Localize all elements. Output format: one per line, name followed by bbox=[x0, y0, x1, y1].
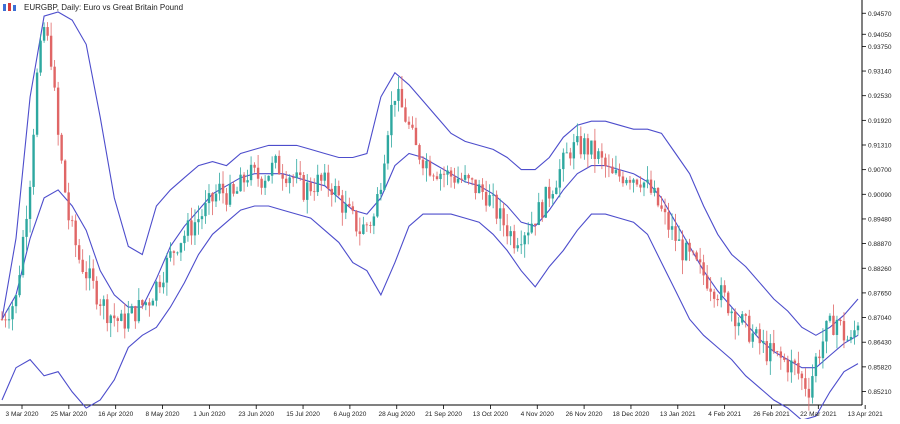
x-tick-label: 23 Jun 2020 bbox=[238, 411, 274, 418]
candle bbox=[544, 186, 547, 219]
candle bbox=[267, 175, 270, 182]
x-tick-label: 4 Nov 2020 bbox=[521, 411, 555, 418]
y-tick-label: 0.94050 bbox=[868, 32, 892, 39]
candle bbox=[302, 172, 305, 202]
candle bbox=[726, 290, 730, 316]
candle bbox=[60, 132, 63, 164]
x-tick-label: 15 Jul 2020 bbox=[286, 411, 320, 418]
candle bbox=[656, 187, 660, 208]
chart-area[interactable]: 0.94570 0.94050 0.93750 0.93140 0.92530 0.919… bbox=[0, 0, 900, 421]
y-tick-label: 0.87650 bbox=[868, 290, 892, 297]
x-tick-label: 1 Jun 2020 bbox=[193, 411, 226, 418]
x-tick-label: 28 Aug 2020 bbox=[378, 411, 415, 418]
x-tick-label: 6 Aug 2020 bbox=[333, 411, 366, 418]
y-tick-label: 0.85820 bbox=[868, 364, 892, 371]
y-tick-label: 0.88260 bbox=[868, 266, 892, 273]
candle bbox=[35, 68, 39, 138]
chart-svg: 0.94570 0.94050 0.93750 0.93140 0.92530 0.919… bbox=[0, 0, 900, 421]
y-tick-label: 0.85210 bbox=[868, 389, 892, 396]
chart-title: EURGBP, Daily: Euro vs Great Britain Pou… bbox=[24, 2, 184, 12]
y-tick-label: 0.86430 bbox=[868, 340, 892, 347]
x-tick-label: 4 Feb 2021 bbox=[708, 411, 741, 418]
candle bbox=[63, 159, 67, 194]
x-tick-label: 22 Mar 2021 bbox=[800, 411, 837, 418]
y-tick-label: 0.88870 bbox=[868, 241, 892, 248]
x-tick-label: 13 Apr 2021 bbox=[848, 411, 883, 418]
x-tick-label: 13 Oct 2020 bbox=[473, 411, 509, 418]
y-tick-label: 0.87040 bbox=[868, 315, 892, 322]
y-tick-label: 0.90090 bbox=[868, 192, 892, 199]
x-tick-label: 26 Nov 2020 bbox=[566, 411, 603, 418]
x-tick-label: 25 Mar 2020 bbox=[51, 411, 88, 418]
x-tick-label: 26 Feb 2021 bbox=[753, 411, 790, 418]
y-tick-label: 0.91920 bbox=[868, 118, 892, 125]
y-tick-label: 0.93140 bbox=[868, 69, 892, 76]
candle bbox=[32, 128, 35, 195]
x-tick-label: 3 Mar 2020 bbox=[6, 411, 39, 418]
y-tick-label: 0.92530 bbox=[868, 93, 892, 100]
y-tick-label: 0.90700 bbox=[868, 167, 892, 174]
y-tick-label: 0.91310 bbox=[868, 142, 892, 149]
chart-title-bar: EURGBP, Daily: Euro vs Great Britain Pou… bbox=[2, 2, 183, 12]
x-tick-label: 21 Sep 2020 bbox=[425, 411, 462, 418]
x-tick-label: 16 Apr 2020 bbox=[98, 411, 133, 418]
y-tick-label: 0.94570 bbox=[868, 11, 892, 18]
x-tick-label: 13 Jan 2021 bbox=[660, 411, 696, 418]
chart-type-icon bbox=[2, 2, 20, 12]
y-tick-label: 0.93750 bbox=[868, 44, 892, 51]
candle bbox=[21, 229, 25, 278]
y-tick-label: 0.89480 bbox=[868, 216, 892, 223]
x-tick-label: 8 May 2020 bbox=[146, 411, 180, 418]
x-tick-label: 18 Dec 2020 bbox=[613, 411, 650, 418]
